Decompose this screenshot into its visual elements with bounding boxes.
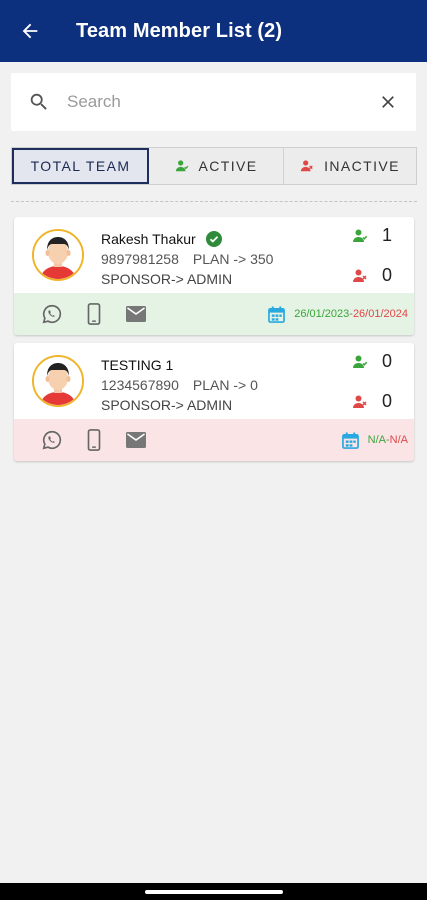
- email-icon: [126, 432, 146, 448]
- list-item[interactable]: TESTING 1 1234567890 PLAN -> 0 SPONSOR-> …: [14, 343, 414, 461]
- page-title: Team Member List (2): [76, 19, 283, 42]
- whatsapp-icon: [42, 304, 62, 324]
- inactive-count-value: 0: [381, 391, 392, 411]
- verified-badge-icon: [205, 231, 222, 247]
- calendar-icon: [341, 431, 359, 449]
- member-plan: PLAN -> 350: [192, 251, 274, 267]
- date-end: N/A: [389, 434, 408, 446]
- arrow-left-icon: [22, 23, 38, 39]
- back-button[interactable]: [0, 0, 60, 62]
- tab-active[interactable]: ACTIVE: [149, 148, 284, 184]
- active-user-icon: [352, 355, 368, 368]
- member-sponsor: SPONSOR-> ADMIN: [101, 397, 233, 413]
- tab-total-team[interactable]: TOTAL TEAM: [12, 148, 149, 184]
- membership-dates: N/A - N/A: [341, 419, 408, 461]
- card-actions: N/A - N/A: [14, 419, 414, 461]
- app-bar: Team Member List (2): [0, 0, 427, 62]
- inactive-count: 0: [352, 391, 392, 412]
- whatsapp-icon: [42, 430, 62, 450]
- date-end: 26/01/2024: [352, 308, 408, 320]
- tab-inactive[interactable]: INACTIVE: [284, 148, 416, 184]
- mobile-phone-icon: [87, 303, 101, 325]
- email-button[interactable]: [123, 427, 149, 453]
- member-phone: 9897981258: [101, 251, 179, 267]
- card-actions: 26/01/2023 - 26/01/2024: [14, 293, 414, 335]
- active-user-icon: [352, 229, 368, 242]
- list-item[interactable]: Rakesh Thakur 9897981258 PLAN -> 350 SPON…: [14, 217, 414, 335]
- membership-dates: 26/01/2023 - 26/01/2024: [268, 293, 408, 335]
- member-name: Rakesh Thakur: [101, 231, 196, 247]
- tab-inactive-label: INACTIVE: [324, 158, 400, 174]
- active-count-value: 0: [381, 351, 392, 371]
- email-icon: [126, 306, 146, 322]
- search-input[interactable]: [67, 92, 360, 112]
- active-count: 1: [352, 225, 392, 246]
- whatsapp-button[interactable]: [39, 427, 65, 453]
- member-name: TESTING 1: [101, 357, 174, 373]
- inactive-user-icon: [352, 395, 367, 408]
- inactive-count-value: 0: [381, 265, 392, 285]
- home-indicator[interactable]: [145, 890, 283, 894]
- active-user-icon: [175, 160, 188, 172]
- member-sponsor: SPONSOR-> ADMIN: [101, 271, 233, 287]
- date-start: 26/01/2023: [294, 308, 350, 320]
- search-bar: [11, 73, 416, 131]
- filter-tabs: TOTAL TEAM ACTIVE INACTIVE: [11, 147, 417, 185]
- whatsapp-button[interactable]: [39, 301, 65, 327]
- system-nav-bar: [0, 883, 427, 900]
- member-plan: PLAN -> 0: [192, 377, 258, 393]
- date-start: N/A: [367, 434, 386, 446]
- member-phone: 1234567890: [101, 377, 179, 393]
- avatar: [32, 355, 84, 407]
- mobile-phone-icon: [87, 429, 101, 451]
- clear-search-button[interactable]: [360, 92, 416, 112]
- inactive-count: 0: [352, 265, 392, 286]
- divider: [11, 201, 417, 202]
- search-icon: [11, 91, 67, 113]
- inactive-user-icon: [300, 160, 313, 172]
- avatar: [32, 229, 84, 281]
- active-count-value: 1: [381, 225, 392, 245]
- close-icon: [382, 96, 394, 108]
- call-button[interactable]: [81, 301, 107, 327]
- tab-total-team-label: TOTAL TEAM: [30, 158, 131, 174]
- inactive-user-icon: [352, 269, 367, 282]
- call-button[interactable]: [81, 427, 107, 453]
- calendar-icon: [268, 305, 286, 323]
- tab-active-label: ACTIVE: [198, 158, 258, 174]
- email-button[interactable]: [123, 301, 149, 327]
- active-count: 0: [352, 351, 392, 372]
